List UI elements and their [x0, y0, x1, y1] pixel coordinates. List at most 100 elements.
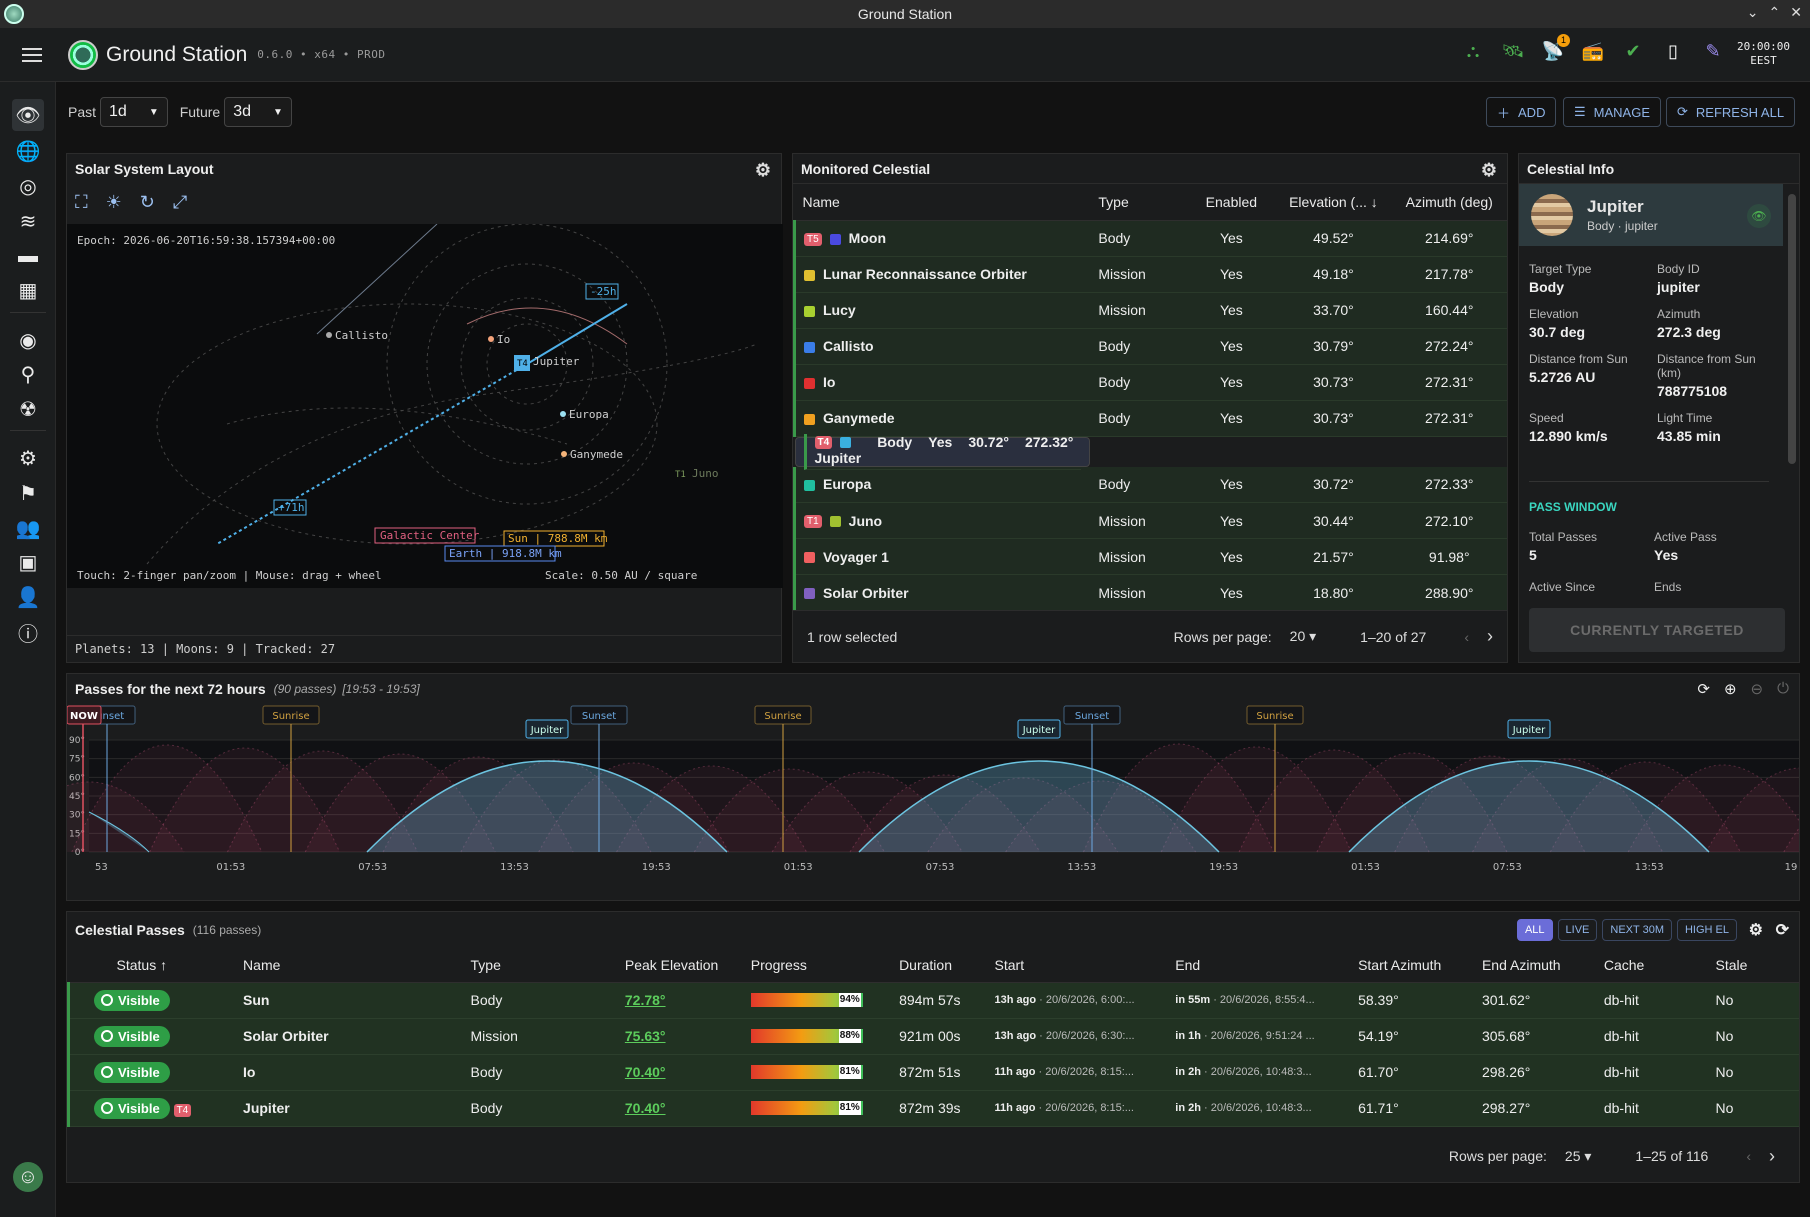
close-icon[interactable]: ✕ [1790, 4, 1802, 21]
column-header-progress[interactable]: Progress [742, 948, 892, 983]
satellite-icon[interactable]: 🛰 [1502, 40, 1525, 62]
refresh-icon[interactable]: ⟳ [1697, 680, 1710, 698]
table-row[interactable]: Visible Sun Body 72.78° 94% 894m 57s 13h… [67, 982, 1799, 1019]
peak-elevation-link[interactable]: 70.40° [625, 1100, 666, 1116]
orbit-eye-icon[interactable]: ◉ [12, 324, 44, 356]
column-header-end[interactable]: End [1167, 948, 1351, 983]
column-header-type[interactable]: Type [1090, 184, 1188, 221]
refresh-icon[interactable]: ⟳ [1776, 920, 1789, 940]
table-row[interactable]: T1 Juno Mission Yes 30.44° 272.10° [793, 502, 1507, 539]
add-button[interactable]: ＋ ADD [1486, 97, 1557, 127]
scrollbar[interactable] [1788, 194, 1796, 464]
zoom-in-icon[interactable]: ⊕ [1724, 680, 1737, 698]
next-page-icon[interactable]: › [1487, 626, 1493, 647]
maximize-icon[interactable]: ⌃ [1769, 4, 1781, 21]
gear-icon[interactable]: ⚙ [1481, 160, 1497, 181]
satellite-dish-icon[interactable]: ⚲ [12, 358, 44, 390]
column-header-duration[interactable]: Duration [891, 948, 987, 983]
peak-elevation-link[interactable]: 70.40° [625, 1064, 666, 1080]
solar-svg[interactable]: Callisto Io Jupiter T4 Europa Ganymede T… [67, 223, 783, 588]
visibility-icon[interactable]: 👁 [1747, 204, 1771, 228]
filter-next-30m[interactable]: NEXT 30M [1602, 919, 1672, 941]
antenna-icon[interactable]: 📡 1 [1542, 34, 1570, 62]
zoom-out-icon[interactable]: ⊖ [1751, 680, 1764, 698]
info-icon[interactable]: ⓘ [12, 616, 44, 648]
reset-zoom-icon[interactable]: ⏻ [1777, 680, 1789, 698]
user-settings-icon[interactable]: 👤 [12, 581, 44, 613]
column-header-name[interactable]: Name [235, 948, 463, 983]
edit-icon[interactable]: ✎ [1702, 40, 1724, 62]
sort-asc-icon[interactable]: ↑ [156, 957, 167, 973]
target-icon[interactable]: ◎ [12, 170, 44, 202]
table-row[interactable]: T4Jupiter Body Yes 30.72° 272.32° [794, 433, 1091, 470]
location-icon[interactable]: ⚑ [12, 477, 44, 509]
prev-page-icon[interactable]: ‹ [1464, 629, 1469, 645]
prev-page-icon[interactable]: ‹ [1746, 1148, 1751, 1164]
peak-elevation-link[interactable]: 72.78° [625, 992, 666, 1008]
waves-icon[interactable]: ≋ [12, 205, 44, 237]
radiation-icon[interactable]: ☢ [12, 393, 44, 425]
solar-canvas[interactable]: Callisto Io Jupiter T4 Europa Ganymede T… [67, 223, 783, 588]
column-header-start-azimuth[interactable]: Start Azimuth [1350, 948, 1474, 983]
column-header-start[interactable]: Start [986, 948, 1168, 983]
users-icon[interactable]: 👥 [12, 512, 44, 544]
gear-icon[interactable]: ⚙ [755, 160, 771, 181]
column-header-status[interactable]: Status ↑ [68, 948, 236, 983]
eye-icon[interactable]: 👁 [12, 99, 44, 131]
sun-icon[interactable]: ☀ [106, 192, 122, 213]
column-header-type[interactable]: Type [462, 948, 617, 983]
table-row[interactable]: Io Body Yes 30.73° 272.31° [793, 364, 1507, 401]
table-row[interactable]: Ganymede Body Yes 30.73° 272.31° [793, 400, 1507, 437]
filter-high-el[interactable]: HIGH EL [1676, 919, 1737, 941]
filter-all[interactable]: ALL [1516, 919, 1553, 941]
table-row[interactable]: Visible T4 Jupiter Body 70.40° 81% 872m … [67, 1090, 1799, 1127]
table-row[interactable]: Europa Body Yes 30.72° 272.33° [793, 466, 1507, 503]
column-header-azimuth-deg[interactable]: Azimuth (deg) [1391, 184, 1507, 221]
gear-icon[interactable]: ⚙ [1749, 920, 1763, 940]
fit-icon[interactable]: ⛶ [75, 192, 88, 213]
rows-per-page-select[interactable]: 25 ▾ [1565, 1148, 1592, 1165]
table-row[interactable]: Lucy Mission Yes 33.70° 160.44° [793, 292, 1507, 329]
column-header-stale[interactable]: Stale [1707, 948, 1799, 983]
passes-timeline-chart[interactable]: 90°75°60°45°30°15°0°JupiterJupiterJupite… [67, 704, 1800, 900]
europa-marker[interactable] [560, 411, 566, 417]
settings-box-icon[interactable]: ⚙ [12, 442, 44, 474]
ganymede-marker[interactable] [561, 451, 567, 457]
column-header-cache[interactable]: Cache [1595, 948, 1708, 983]
chip-icon[interactable]: ▣ [12, 546, 44, 578]
user-avatar[interactable]: ☺ [13, 1162, 43, 1192]
check-circle-icon[interactable]: ✔ [1622, 40, 1644, 62]
column-header-peak-elevation[interactable]: Peak Elevation [616, 948, 743, 983]
future-select[interactable]: 3d ▼ [224, 97, 292, 127]
table-row[interactable]: Lunar Reconnaissance Orbiter Mission Yes… [793, 256, 1507, 293]
io-marker[interactable] [488, 336, 494, 342]
minimize-icon[interactable]: ⌄ [1747, 4, 1759, 21]
table-row[interactable]: Visible Solar Orbiter Mission 75.63° 88%… [67, 1018, 1799, 1055]
globe-icon[interactable]: 🌐 [12, 135, 44, 167]
device-icon[interactable]: ▯ [1662, 40, 1684, 62]
menu-icon[interactable] [22, 47, 42, 62]
table-row[interactable]: Callisto Body Yes 30.79° 272.24° [793, 328, 1507, 365]
column-header-enabled[interactable]: Enabled [1187, 184, 1276, 221]
callisto-marker[interactable] [326, 332, 332, 338]
past-select[interactable]: 1d ▼ [100, 97, 168, 127]
calendar-icon[interactable]: ▦ [12, 274, 44, 306]
table-row[interactable]: Solar Orbiter Mission Yes 18.80° 288.90° [793, 574, 1507, 611]
table-row[interactable]: Voyager 1 Mission Yes 21.57° 91.98° [793, 538, 1507, 575]
filter-live[interactable]: LIVE [1557, 919, 1598, 941]
rows-per-page-select[interactable]: 20 ▾ [1290, 628, 1317, 645]
reset-icon[interactable]: ↻ [140, 192, 155, 213]
column-header-name[interactable]: Name [794, 184, 1091, 221]
network-icon[interactable]: ⛬ [1462, 40, 1484, 62]
column-header-end-azimuth[interactable]: End Azimuth [1473, 948, 1596, 983]
next-page-icon[interactable]: › [1769, 1146, 1775, 1167]
refresh-all-button[interactable]: ⟳ REFRESH ALL [1666, 97, 1796, 127]
peak-elevation-link[interactable]: 75.63° [625, 1028, 666, 1044]
column-header-elevation[interactable]: Elevation (... ↓ [1275, 184, 1392, 221]
table-row[interactable]: T5 Moon Body Yes 49.52° 214.69° [793, 220, 1507, 257]
radio-icon[interactable]: 📻 [1582, 40, 1604, 62]
folder-icon[interactable]: ▬ [12, 240, 44, 272]
fullscreen-icon[interactable]: ⤢ [173, 192, 187, 213]
sort-desc-icon[interactable]: ↓ [1367, 194, 1378, 210]
currently-targeted-button[interactable]: CURRENTLY TARGETED [1529, 608, 1785, 652]
